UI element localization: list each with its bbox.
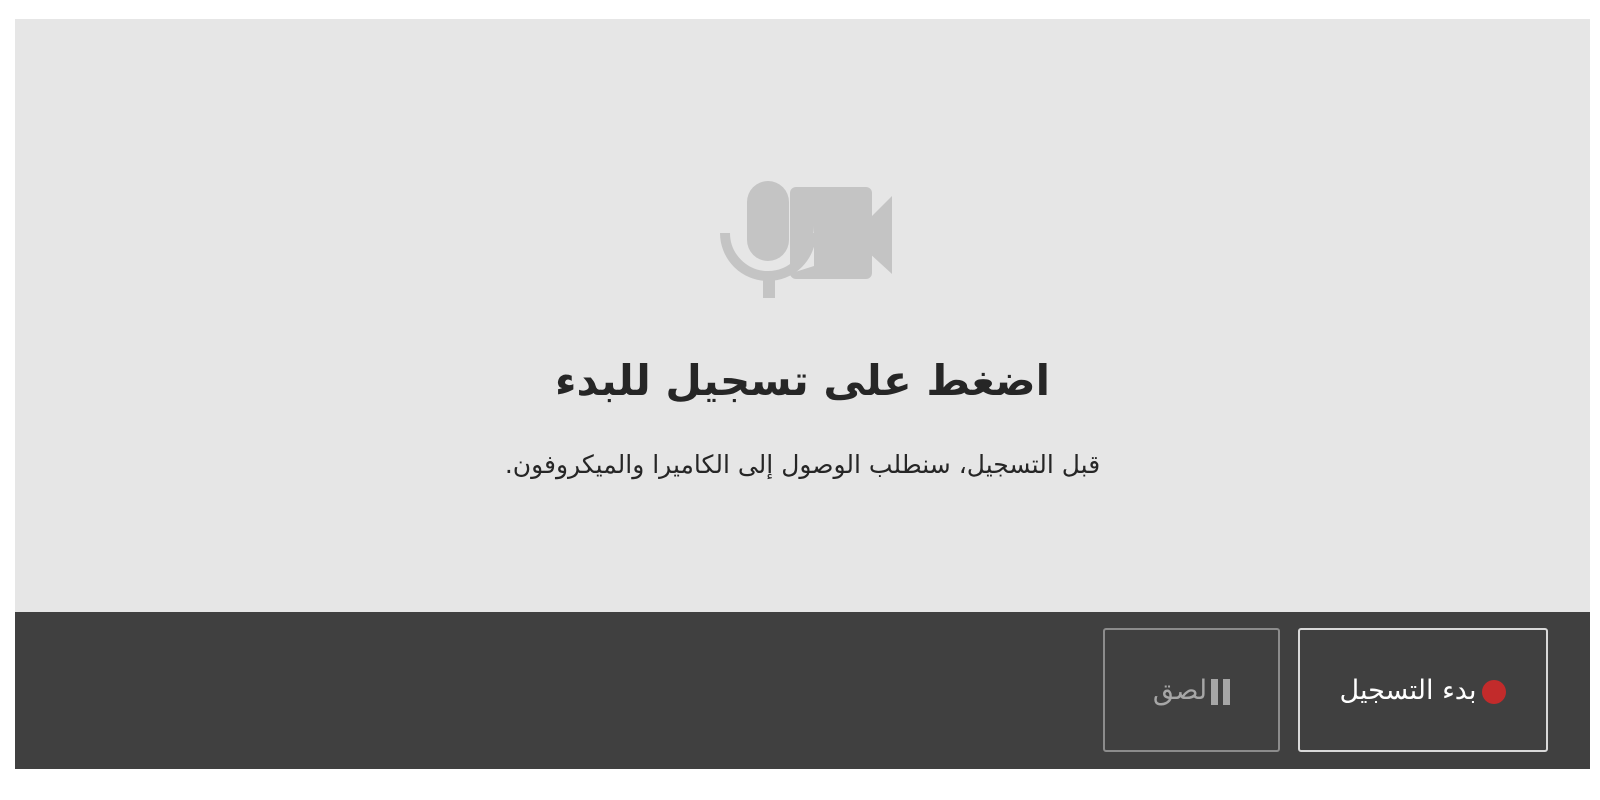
microphone-capsule-icon-part xyxy=(747,181,789,261)
microphone-stand-icon-part xyxy=(763,274,775,298)
pause-icon xyxy=(1211,679,1231,705)
microphone-camera-icon xyxy=(720,181,892,306)
start-recording-label: بدء التسجيل xyxy=(1339,674,1477,706)
start-recording-heading: اضغط على تسجيل للبدء xyxy=(554,356,1051,405)
permission-notice: قبل التسجيل، سنطلب الوصول إلى الكاميرا و… xyxy=(504,450,1101,479)
pause-button[interactable]: لصق xyxy=(1103,628,1280,752)
start-recording-button[interactable]: بدء التسجيل xyxy=(1298,628,1548,752)
recorder-panel: اضغط على تسجيل للبدء قبل التسجيل، سنطلب … xyxy=(15,19,1590,769)
controls-bar: بدء التسجيل لصق xyxy=(15,612,1590,769)
pause-label: لصق xyxy=(1152,674,1208,706)
video-preview-area: اضغط على تسجيل للبدء قبل التسجيل، سنطلب … xyxy=(15,19,1590,612)
record-dot-icon xyxy=(1482,679,1507,704)
